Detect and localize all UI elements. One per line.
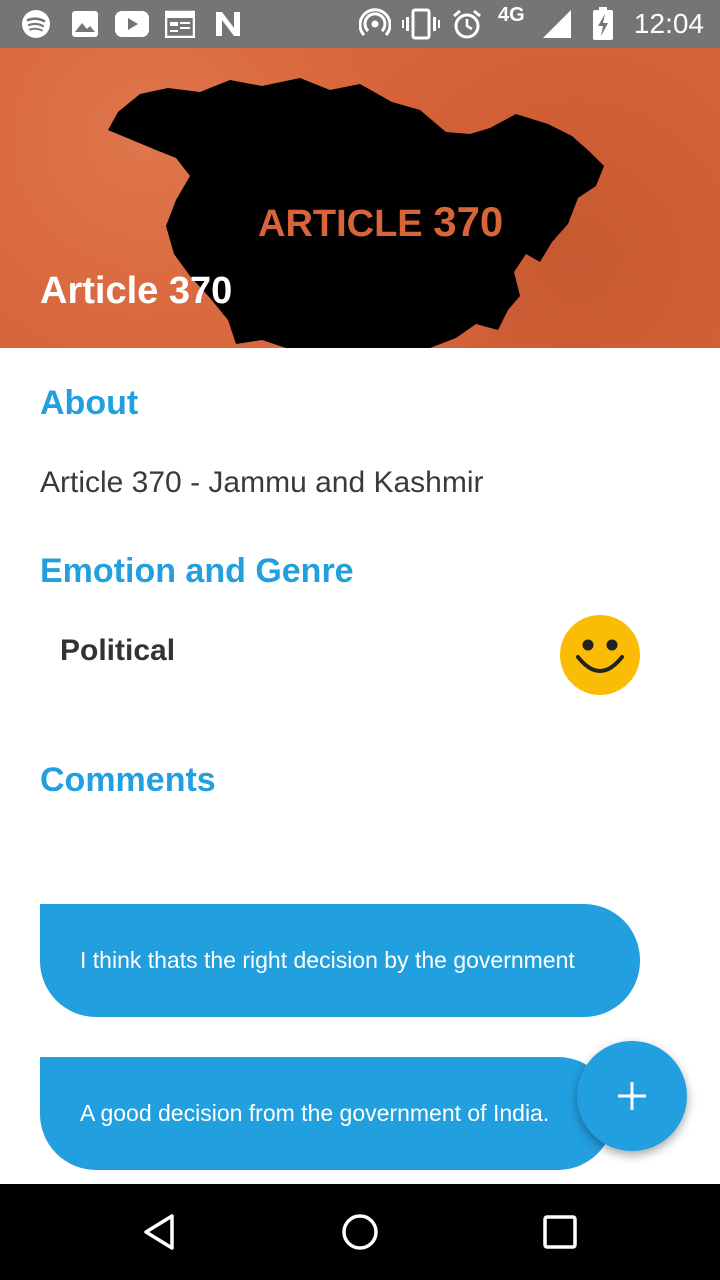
comment-text: I think thats the right decision by the … bbox=[80, 947, 575, 973]
recents-icon bbox=[543, 1215, 577, 1249]
about-text: Article 370 - Jammu and Kashmir bbox=[40, 466, 484, 499]
signal-icon bbox=[540, 8, 574, 40]
genre-label: Political bbox=[60, 634, 176, 667]
comment-text: A good decision from the government of I… bbox=[80, 1100, 550, 1126]
n-icon bbox=[212, 8, 244, 40]
status-time: 12:04 bbox=[633, 8, 704, 39]
back-button[interactable] bbox=[136, 1208, 184, 1256]
image-icon bbox=[70, 8, 100, 40]
add-comment-button[interactable] bbox=[577, 1041, 687, 1151]
youtube-icon bbox=[114, 8, 150, 40]
banner-number: 370 bbox=[433, 198, 504, 245]
vibrate-icon bbox=[402, 8, 440, 40]
spotify-icon bbox=[20, 8, 52, 40]
comments-heading: Comments bbox=[40, 761, 216, 799]
comment-bubble[interactable]: I think thats the right decision by the … bbox=[40, 904, 640, 1017]
about-heading: About bbox=[40, 384, 139, 422]
header-banner: ARTICLE 370 Article 370 bbox=[0, 48, 720, 348]
home-button[interactable] bbox=[336, 1208, 384, 1256]
network-type: 4G bbox=[498, 4, 525, 26]
battery-icon bbox=[590, 7, 616, 40]
status-bar: 4G 12:04 bbox=[0, 0, 720, 48]
comment-bubble[interactable]: A good decision from the government of I… bbox=[40, 1057, 614, 1170]
page-title: Article 370 bbox=[40, 270, 233, 312]
alarm-icon bbox=[450, 8, 484, 40]
banner-word: ARTICLE bbox=[258, 203, 423, 245]
calendar-icon bbox=[164, 8, 196, 40]
recents-button[interactable] bbox=[536, 1208, 584, 1256]
smiley-icon bbox=[560, 615, 640, 695]
home-icon bbox=[342, 1214, 378, 1250]
emotion-genre-heading: Emotion and Genre bbox=[40, 552, 354, 590]
navigation-bar bbox=[0, 1184, 720, 1280]
plus-icon bbox=[618, 1082, 646, 1110]
banner-text: ARTICLE 370 bbox=[258, 198, 503, 246]
hotspot-icon bbox=[358, 8, 392, 40]
back-icon bbox=[144, 1214, 174, 1250]
